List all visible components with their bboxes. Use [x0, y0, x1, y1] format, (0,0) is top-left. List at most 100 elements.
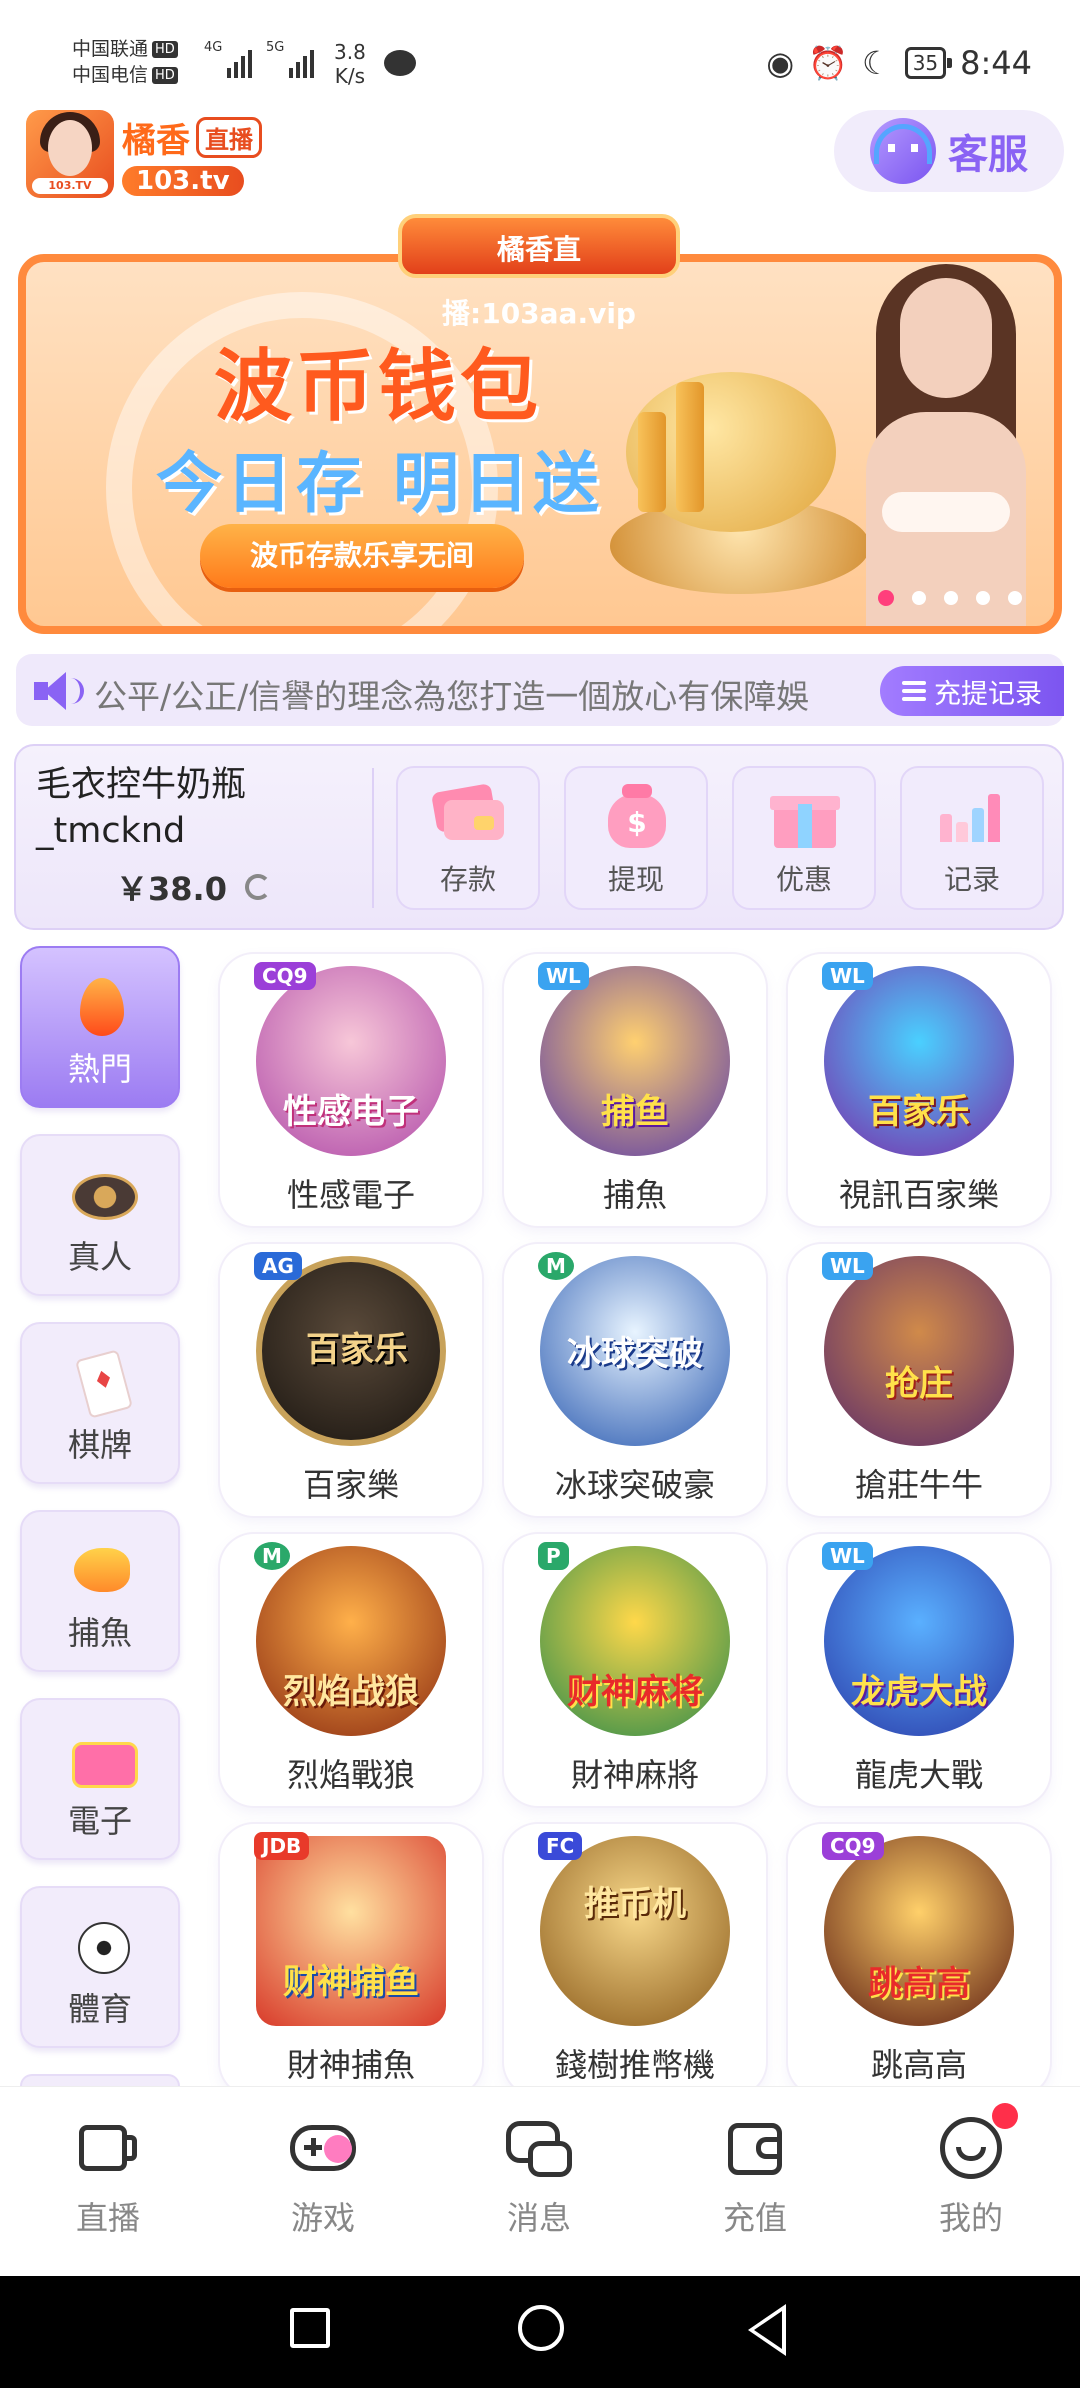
- balance: ￥38.0: [116, 864, 271, 910]
- announcement-text: 公平/公正/信譽的理念為您打造一個放心有保障娛: [94, 677, 810, 716]
- game-card[interactable]: 烈焰战狼 M 烈焰戰狼: [220, 1534, 482, 1806]
- category-more[interactable]: [20, 2074, 180, 2086]
- game-name: 烈焰戰狼: [286, 1756, 415, 1794]
- model-image: [826, 262, 1054, 626]
- game-card[interactable]: 百家乐 AG 百家樂: [220, 1244, 482, 1516]
- category-label: 熱門: [67, 1050, 132, 1088]
- withdraw-label: 提现: [607, 863, 664, 896]
- banner-dot[interactable]: [912, 591, 926, 605]
- game-card[interactable]: 冰球突破 M 冰球突破豪: [504, 1244, 766, 1516]
- game-card[interactable]: 百家乐 WL 視訊百家樂: [788, 954, 1050, 1226]
- clock: 8:44: [960, 44, 1032, 82]
- coin-stack-image: [676, 382, 704, 512]
- game-name: 冰球突破豪: [554, 1466, 715, 1504]
- notification-dot: [992, 2103, 1018, 2129]
- soccer-ball-icon: [70, 1914, 134, 1978]
- eye-icon: ◉: [766, 44, 795, 82]
- category-cards[interactable]: 棋牌: [20, 1322, 180, 1484]
- game-card[interactable]: 财神捕鱼 JDB 財神捕魚: [220, 1824, 482, 2096]
- slot-machine-icon: [70, 1726, 138, 1790]
- speed-unit: K/s: [334, 64, 366, 88]
- nav-messages[interactable]: 消息: [464, 2117, 614, 2239]
- customer-service-button[interactable]: 客服: [834, 110, 1064, 192]
- home-icon[interactable]: [518, 2305, 564, 2351]
- game-name: 財神捕魚: [286, 2046, 415, 2084]
- category-label: 電子: [67, 1802, 132, 1840]
- records-label: 记录: [943, 863, 1000, 896]
- speaker-icon: [34, 672, 84, 710]
- casino-chip-icon: [70, 1162, 138, 1226]
- balance-value: ￥38.0: [116, 870, 227, 908]
- promotions-button[interactable]: 优惠: [732, 766, 876, 910]
- provider-badge: M: [254, 1542, 290, 1570]
- game-art: 百家乐: [256, 1256, 446, 1446]
- game-name: 捕魚: [602, 1176, 667, 1214]
- nav-label: 直播: [75, 2199, 140, 2237]
- withdraw-button[interactable]: $ 提现: [564, 766, 708, 910]
- refresh-icon[interactable]: [244, 874, 271, 900]
- logo-name: 橘香: [122, 120, 190, 161]
- divider: [372, 768, 374, 908]
- nav-profile[interactable]: 我的: [896, 2103, 1046, 2239]
- flame-icon: [70, 974, 134, 1038]
- fish-icon: [70, 1538, 134, 1602]
- provider-badge: CQ9: [254, 962, 316, 990]
- provider-badge: JDB: [254, 1832, 310, 1860]
- provider-badge: CQ9: [822, 1832, 884, 1860]
- gift-icon: [766, 782, 842, 848]
- deposit-withdraw-records-button[interactable]: 充提记录: [880, 666, 1064, 716]
- headset-icon: [870, 118, 936, 184]
- banner-dot[interactable]: [976, 591, 990, 605]
- game-card[interactable]: 性感电子 CQ9 性感電子: [220, 954, 482, 1226]
- banner-tag: 橘香直播:103aa.vip: [398, 214, 680, 330]
- alarm-icon: ⏰: [808, 44, 848, 82]
- game-art: 推币机: [540, 1836, 730, 2026]
- recent-apps-icon[interactable]: [290, 2308, 330, 2348]
- logo-avatar: 103.TV: [26, 110, 114, 198]
- banner-dot[interactable]: [878, 590, 894, 606]
- deposit-card-icon: [430, 782, 506, 848]
- game-card[interactable]: 推币机 FC 錢樹推幣機: [504, 1824, 766, 2096]
- nav-games[interactable]: 游戏: [248, 2117, 398, 2239]
- game-art: 烈焰战狼: [256, 1546, 446, 1736]
- game-card[interactable]: 捕鱼 WL 捕魚: [504, 954, 766, 1226]
- records-button[interactable]: 记录: [900, 766, 1044, 910]
- category-fishing[interactable]: 捕魚: [20, 1510, 180, 1672]
- game-name: 財神麻將: [570, 1756, 699, 1794]
- battery-icon: 35: [904, 47, 953, 79]
- category-label: 棋牌: [67, 1426, 132, 1464]
- deposit-label: 存款: [439, 863, 496, 896]
- game-art: 性感电子: [256, 966, 446, 1156]
- game-card[interactable]: 抢庄 WL 搶莊牛牛: [788, 1244, 1050, 1516]
- customer-service-label: 客服: [948, 132, 1028, 178]
- game-art: 冰球突破: [540, 1256, 730, 1446]
- game-name: 百家樂: [302, 1466, 399, 1504]
- category-live[interactable]: 真人: [20, 1134, 180, 1296]
- app-logo[interactable]: 103.TV 橘香 直播 103.tv: [26, 108, 318, 200]
- game-card[interactable]: 跳高高 CQ9 跳高高: [788, 1824, 1050, 2096]
- category-sports[interactable]: 體育: [20, 1886, 180, 2048]
- category-label: 體育: [67, 1990, 132, 2028]
- money-bag-icon: $: [598, 782, 674, 848]
- playing-card-icon: [70, 1349, 134, 1419]
- game-art: 财神麻将: [540, 1546, 730, 1736]
- banner-dot[interactable]: [1008, 591, 1022, 605]
- deposit-button[interactable]: 存款: [396, 766, 540, 910]
- network-type: 5G: [266, 40, 285, 55]
- nav-recharge[interactable]: 充值: [680, 2117, 830, 2239]
- category-hot[interactable]: 熱門: [20, 946, 180, 1108]
- nav-live[interactable]: 直播: [33, 2117, 183, 2239]
- category-slots[interactable]: 電子: [20, 1698, 180, 1860]
- provider-badge: WL: [822, 962, 873, 990]
- system-navigation-bar: [0, 2276, 1080, 2388]
- signal-icon: 5G: [266, 40, 315, 78]
- status-icons: ◉ ⏰ ☾ 35 8:44: [766, 44, 1032, 82]
- game-card[interactable]: 财神麻将 P 財神麻將: [504, 1534, 766, 1806]
- banner-dot[interactable]: [944, 591, 958, 605]
- back-icon[interactable]: [748, 2304, 786, 2356]
- banner-cta-button[interactable]: 波币存款乐享无间: [200, 524, 524, 588]
- game-art: 跳高高: [824, 1836, 1014, 2026]
- network-type: 4G: [204, 40, 223, 55]
- logo-live: 直播: [196, 116, 262, 158]
- game-card[interactable]: 龙虎大战 WL 龍虎大戰: [788, 1534, 1050, 1806]
